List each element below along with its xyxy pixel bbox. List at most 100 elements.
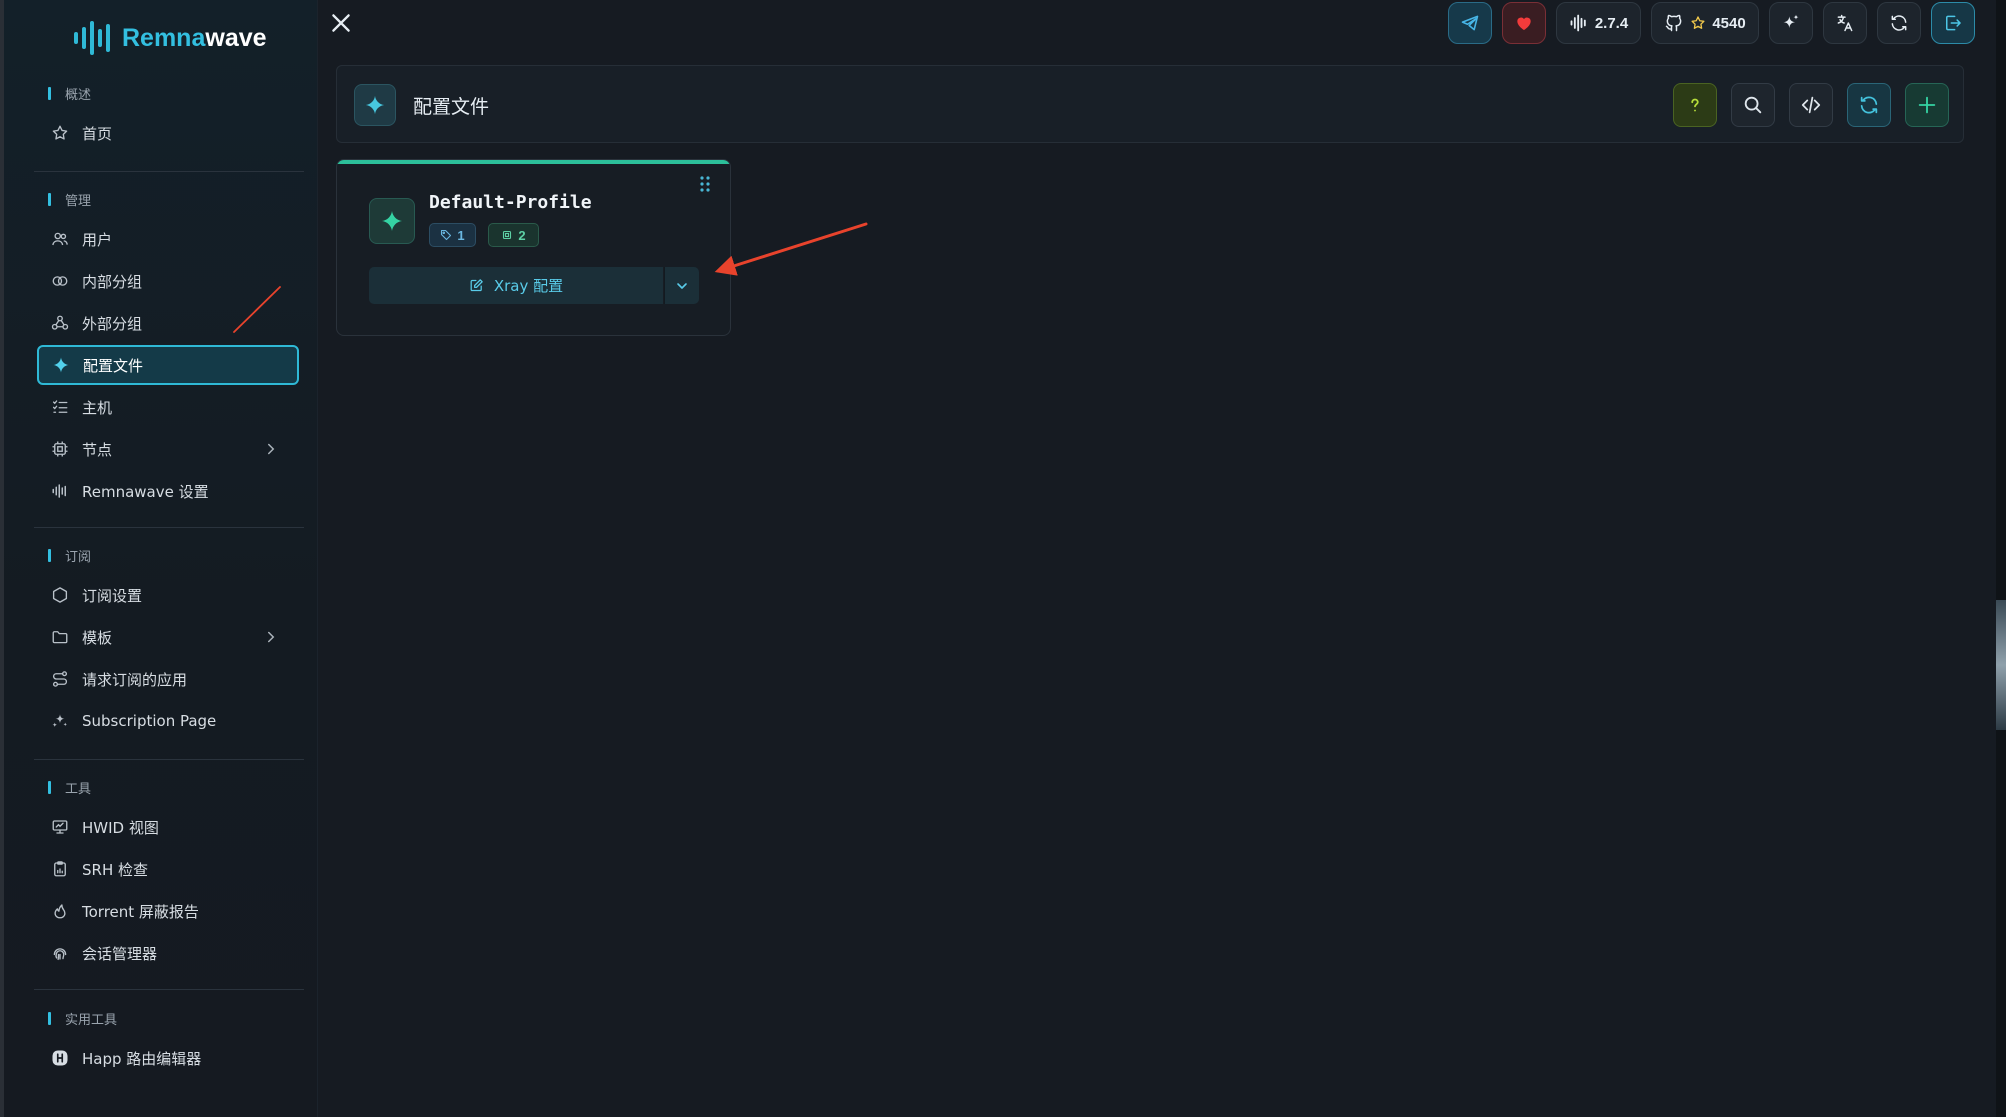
- star-icon: [1691, 16, 1705, 29]
- sponsor-button[interactable]: [1502, 2, 1546, 44]
- sidebar-item-label: 用户: [82, 230, 113, 249]
- section-label-subscription: 订阅: [48, 545, 91, 565]
- sidebar-item-hosts[interactable]: 主机: [38, 387, 298, 427]
- sidebar-item-label: 主机: [82, 398, 113, 417]
- page-title: 配置文件: [413, 96, 490, 118]
- sparkle-icon: [354, 84, 396, 126]
- sidebar-item-label: Subscription Page: [82, 712, 217, 730]
- telegram-icon: [1461, 15, 1479, 31]
- fingerprint-icon: [50, 943, 70, 963]
- divider: [34, 527, 304, 528]
- search-button[interactable]: [1731, 83, 1775, 127]
- version-button[interactable]: 2.7.4: [1556, 2, 1641, 44]
- divider: [34, 171, 304, 172]
- flame-icon: [50, 901, 70, 921]
- monitor-icon: [50, 817, 70, 837]
- refresh-icon: [1891, 15, 1907, 31]
- sidebar-item-label: 首页: [82, 124, 113, 143]
- sidebar-item-label: 会话管理器: [82, 944, 158, 963]
- sidebar-item-nodes[interactable]: 节点: [38, 429, 298, 469]
- version-label: 2.7.4: [1594, 14, 1629, 32]
- edit-icon: [470, 279, 483, 292]
- drag-handle-icon[interactable]: [696, 174, 714, 194]
- section-label-overview: 概述: [48, 83, 91, 103]
- profile-name: Default-Profile: [429, 192, 592, 213]
- sidebar-item-subscription-page[interactable]: Subscription Page: [38, 701, 298, 741]
- tag-icon: [441, 229, 452, 241]
- translate-icon: [1837, 14, 1853, 32]
- xray-config-dropdown-button[interactable]: [664, 267, 699, 304]
- logout-button[interactable]: [1931, 2, 1975, 44]
- add-profile-button[interactable]: [1905, 83, 1949, 127]
- sidebar-item-label: Torrent 屏蔽报告: [82, 902, 199, 921]
- brand-name: Remnawave: [122, 23, 267, 52]
- nodes-badge: 2: [488, 223, 539, 247]
- chevron-right-icon: [268, 631, 275, 643]
- sidebar-item-label: SRH 检查: [82, 860, 148, 879]
- github-button[interactable]: 4540: [1651, 2, 1759, 44]
- section-label-manage: 管理: [48, 189, 91, 209]
- sidebar-item-label: 请求订阅的应用: [82, 670, 188, 689]
- sparkles-icon: [50, 711, 70, 731]
- sidebar-item-label: 内部分组: [82, 272, 143, 291]
- sidebar-item-label: 模板: [82, 628, 113, 647]
- code-icon: [1801, 96, 1821, 114]
- code-view-button[interactable]: [1789, 83, 1833, 127]
- heart-icon: [1517, 17, 1531, 31]
- sidebar-item-templates[interactable]: 模板: [38, 617, 298, 657]
- circles-icon: [50, 271, 70, 291]
- sidebar-item-srh-inspector[interactable]: SRH 检查: [38, 849, 298, 889]
- sidebar-item-label: HWID 视图: [82, 818, 159, 837]
- sidebar-item-remnawave-settings[interactable]: Remnawave 设置: [38, 471, 298, 511]
- xray-config-label: Xray 配置: [493, 277, 564, 295]
- divider: [34, 759, 304, 760]
- ai-assistant-button[interactable]: [1769, 2, 1813, 44]
- plus-icon: [1918, 96, 1936, 114]
- wave-logo-icon: [74, 18, 110, 58]
- sidebar-item-subscription-apps[interactable]: 请求订阅的应用: [38, 659, 298, 699]
- sidebar-item-happ-routing-editor[interactable]: Happ 路由编辑器: [38, 1038, 298, 1078]
- sidebar-item-internal-squads[interactable]: 内部分组: [38, 261, 298, 301]
- logout-icon: [1946, 15, 1961, 31]
- tags-badge: 1: [429, 223, 476, 247]
- wave-bars-icon: [1570, 14, 1586, 32]
- close-icon[interactable]: [328, 10, 354, 36]
- cpu-icon: [50, 439, 70, 459]
- sidebar-item-label: 配置文件: [83, 356, 144, 375]
- sidebar-item-config-profiles[interactable]: 配置文件: [37, 345, 299, 385]
- sparkle-icon: [51, 355, 71, 375]
- help-button[interactable]: [1673, 83, 1717, 127]
- happ-logo-icon: [50, 1048, 70, 1068]
- app-window: Remnawave 概述 首页 管理 用户 内部分组 外部分组 配置文件 主机 …: [0, 0, 2006, 1117]
- xray-config-button[interactable]: Xray 配置: [369, 267, 663, 304]
- sidebar-item-label: 订阅设置: [82, 586, 143, 605]
- cpu-icon: [503, 230, 512, 240]
- sidebar-item-label: Happ 路由编辑器: [82, 1049, 202, 1068]
- refresh-page-button[interactable]: [1877, 2, 1921, 44]
- hexagon-icon: [50, 585, 70, 605]
- sidebar-item-hwid-view[interactable]: HWID 视图: [38, 807, 298, 847]
- sidebar-item-home[interactable]: 首页: [38, 113, 298, 153]
- language-button[interactable]: [1823, 2, 1867, 44]
- annotation-arrow: [714, 222, 868, 276]
- sidebar-item-users[interactable]: 用户: [38, 219, 298, 259]
- telegram-button[interactable]: [1448, 2, 1492, 44]
- wave-bars-icon: [50, 481, 70, 501]
- reload-button[interactable]: [1847, 83, 1891, 127]
- divider: [34, 989, 304, 990]
- github-icon: [1666, 14, 1682, 32]
- sidebar-item-subscription-settings[interactable]: 订阅设置: [38, 575, 298, 615]
- webhook-icon: [50, 313, 70, 333]
- page-header: 配置文件: [336, 65, 1964, 143]
- profile-card[interactable]: Default-Profile 1 2 Xray 配置: [336, 159, 731, 336]
- sidebar-item-torrent-report[interactable]: Torrent 屏蔽报告: [38, 891, 298, 931]
- sidebar-item-external-squads[interactable]: 外部分组: [38, 303, 298, 343]
- folder-icon: [50, 627, 70, 647]
- users-icon: [50, 229, 70, 249]
- window-edge: [1996, 0, 2006, 1117]
- sidebar-item-session-manager[interactable]: 会话管理器: [38, 933, 298, 973]
- brand-logo[interactable]: Remnawave: [74, 18, 267, 58]
- question-icon: [1691, 98, 1699, 112]
- clipboard-chart-icon: [50, 859, 70, 879]
- nodes-count: 2: [518, 227, 526, 243]
